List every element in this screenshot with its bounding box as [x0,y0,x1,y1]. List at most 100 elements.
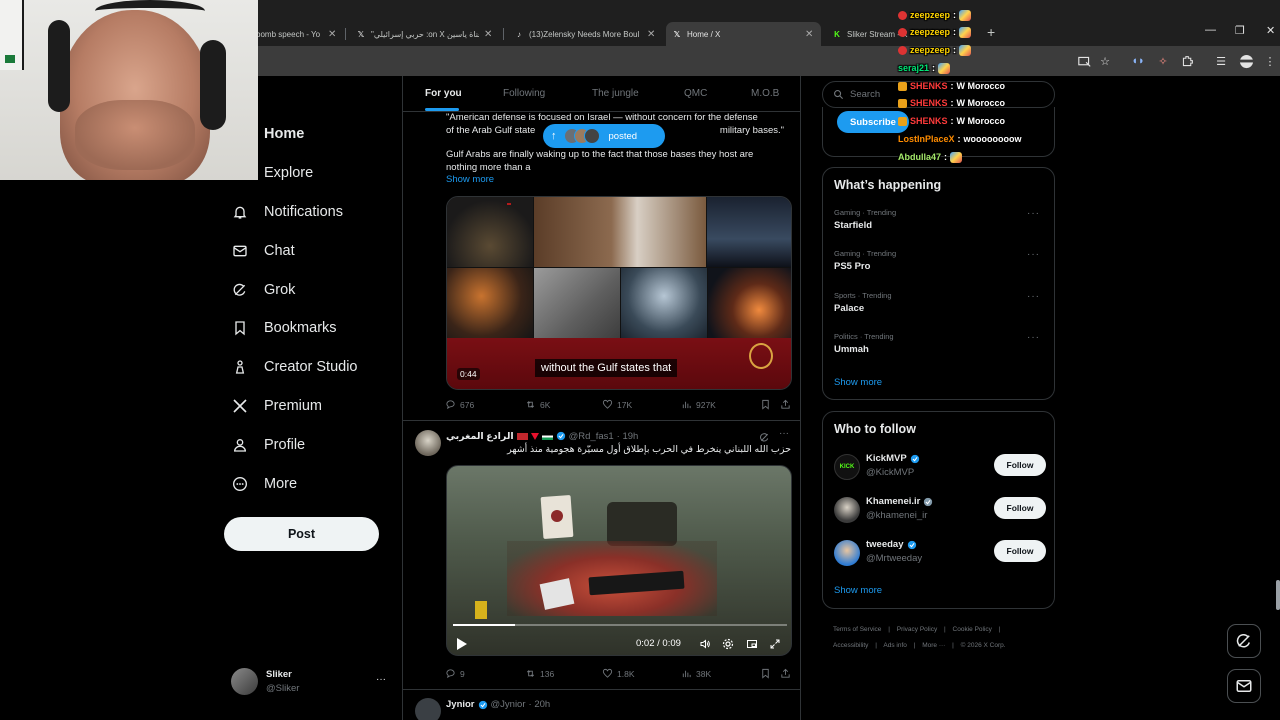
play-icon[interactable] [457,637,467,655]
grok-icon[interactable] [759,430,772,443]
footer-link[interactable]: Privacy Policy [897,626,937,633]
puzzle-icon[interactable] [1179,53,1195,69]
chat-username[interactable]: SHENKS [910,116,948,126]
repost-button[interactable]: 136 [525,668,554,679]
like-button[interactable]: 17K [602,399,632,410]
browser-tab[interactable]: ♪ (13)Zelensky Needs More Boul ✕ [508,22,663,46]
trend-item[interactable]: Sports · Trending Palace ··· [834,291,1046,321]
bookmark-button[interactable] [760,668,771,679]
trend-item[interactable]: Politics · Trending Ummah ··· [834,332,1046,362]
nav-more[interactable]: More [230,471,297,497]
show-more-link[interactable]: Show more [834,585,882,596]
star-icon[interactable]: ☆ [1097,53,1113,69]
nav-creator-studio[interactable]: Creator Studio [230,354,358,380]
show-more-link[interactable]: Show more [834,377,882,388]
nav-premium[interactable]: Premium [230,393,322,419]
reply-button[interactable]: 676 [445,399,474,410]
grok-fab[interactable] [1227,624,1261,658]
profile-avatar-icon[interactable] [1238,53,1254,69]
reply-button[interactable]: 9 [445,668,465,679]
tab-qmc[interactable]: QMC [684,88,707,99]
chat-username[interactable]: seraj21 [898,63,929,73]
scrollbar-thumb[interactable] [1276,580,1280,610]
footer-separator: | [888,626,890,633]
tweet-time[interactable]: · 19h [617,431,639,442]
close-icon[interactable]: ✕ [805,29,815,40]
browser-tab[interactable]: 𝕏 "حربي إسرائيلي :on X قناة ياسين ✕ [350,22,500,46]
more-dots-icon[interactable]: ··· [376,674,386,685]
tab-the-jungle[interactable]: The jungle [592,88,639,99]
tab-mob[interactable]: M.O.B [751,88,779,99]
browser-tab-active[interactable]: 𝕏 Home / X ✕ [666,22,821,46]
chat-username[interactable]: LostInPlaceX [898,134,955,144]
follow-suggestion[interactable]: tweeday @Mrtweeday Follow [834,538,1046,568]
chat-username[interactable]: SHENKS [910,98,948,108]
like-button[interactable]: 1.8K [602,668,635,679]
avatar[interactable] [415,698,441,720]
trend-item[interactable]: Gaming · Trending PS5 Pro ··· [834,249,1046,279]
show-more-link[interactable]: Show more [446,174,791,185]
views-button[interactable]: 927K [681,399,716,410]
nav-bookmarks[interactable]: Bookmarks [230,315,337,341]
more-dots-icon[interactable]: ··· [1027,291,1040,302]
messages-fab[interactable] [1227,669,1261,703]
follow-suggestion[interactable]: KICK KickMVP @KickMVP Follow [834,452,1046,482]
chat-username[interactable]: SHENKS [910,81,948,91]
tweet-video[interactable]: 0:44 without the Gulf states that [446,196,792,390]
footer-link[interactable]: Ads info [883,642,907,649]
follow-button[interactable]: Follow [994,497,1046,519]
minimize-icon[interactable]: — [1205,24,1216,36]
kebab-menu-icon[interactable]: ⋮ [1262,53,1278,69]
more-dots-icon[interactable]: ··· [1027,249,1040,260]
close-icon[interactable]: ✕ [328,29,338,40]
tab-following[interactable]: Following [503,88,545,99]
chat-username[interactable]: zeepzeep [910,10,950,20]
tweet-handle[interactable]: @Rd_fas1 [569,431,614,442]
tab-for-you[interactable]: For you [425,88,462,99]
chat-username[interactable]: zeepzeep [910,27,950,37]
follow-button[interactable]: Follow [994,454,1046,476]
avatar[interactable] [415,430,441,456]
nav-grok[interactable]: Grok [230,277,295,303]
close-icon[interactable]: ✕ [647,29,657,40]
follow-suggestion[interactable]: Khamenei.ir @khamenei_ir Follow [834,495,1046,525]
tweet-video[interactable]: 0:02 / 0:09 [446,465,792,656]
more-dots-icon[interactable]: ··· [1027,332,1040,343]
account-switcher[interactable]: Sliker @Sliker ··· [231,668,391,698]
tweet-handle[interactable]: @Jynior [491,699,526,710]
reading-list-icon[interactable]: ☰ [1213,53,1229,69]
tweet-author[interactable]: Jynior [446,699,475,710]
chat-username[interactable]: Abdulla47 [898,152,941,162]
post-button[interactable]: Post [224,517,379,551]
chat-username[interactable]: zeepzeep [910,45,950,55]
picture-in-picture-icon[interactable] [746,637,758,655]
footer-link[interactable]: Accessibility [833,642,868,649]
volume-icon[interactable] [699,637,712,655]
footer-link[interactable]: More ··· [922,642,945,649]
follow-button[interactable]: Follow [994,540,1046,562]
window-close-icon[interactable]: ✕ [1266,24,1275,37]
trend-item[interactable]: Gaming · Trending Starfield ··· [834,208,1046,238]
tweet-author[interactable]: الرادع المغربي [446,431,514,442]
restore-icon[interactable]: ❐ [1235,24,1245,37]
footer-link[interactable]: Cookie Policy [953,626,992,633]
settings-gear-icon[interactable] [722,637,734,655]
nav-chat[interactable]: Chat [230,238,295,264]
nav-notifications[interactable]: Notifications [230,199,343,225]
extension-icon[interactable]: ✧ [1155,53,1171,69]
share-button[interactable] [780,399,791,410]
repost-button[interactable]: 6K [525,399,550,410]
extension-audio-icon[interactable]: ◖◗ [1130,53,1146,69]
browser-tab[interactable]: bomb speech - Yo ✕ [250,22,344,46]
new-posts-pill[interactable]: ↑ posted [543,124,665,148]
close-icon[interactable]: ✕ [484,29,494,40]
tweet-time[interactable]: · 20h [529,699,551,710]
views-button[interactable]: 38K [681,668,711,679]
nav-profile[interactable]: Profile [230,432,305,458]
bookmark-button[interactable] [760,399,771,410]
footer-link[interactable]: Terms of Service [833,626,881,633]
fullscreen-icon[interactable] [769,637,781,655]
tweet-more-icon[interactable]: ··· [779,428,789,439]
share-button[interactable] [780,668,791,679]
more-dots-icon[interactable]: ··· [1027,208,1040,219]
